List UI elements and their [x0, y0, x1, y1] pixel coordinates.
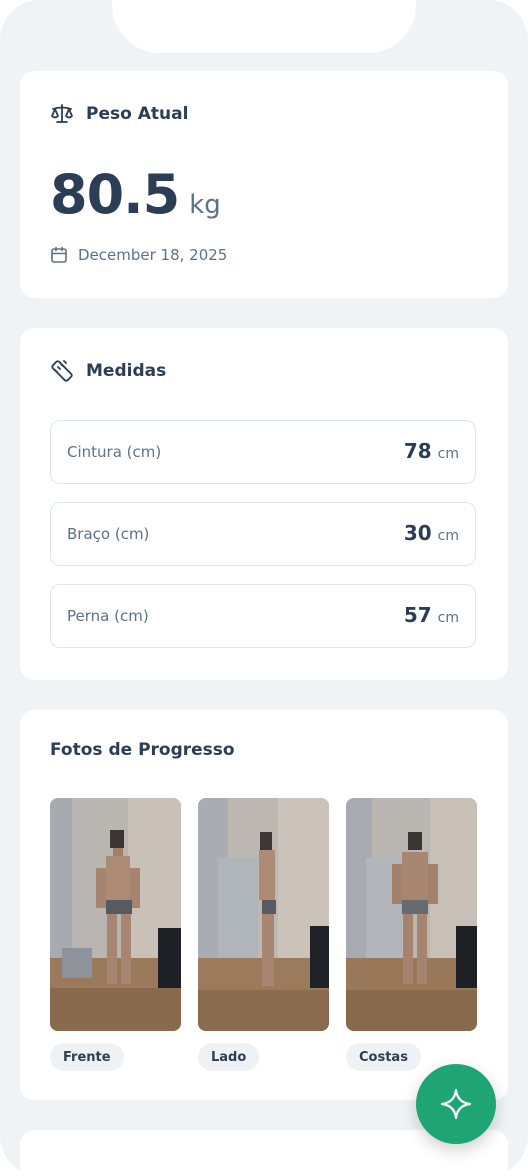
measure-number: 30 [403, 521, 432, 545]
weight-date: December 18, 2025 [78, 246, 228, 264]
photo-tag-back: Costas [346, 1043, 421, 1071]
measure-value: 57 cm [404, 603, 459, 627]
measure-label: Braço (cm) [67, 525, 150, 543]
weight-card-title: Peso Atual [86, 104, 189, 124]
measure-label: Cintura (cm) [67, 443, 162, 461]
progress-photo-front[interactable] [50, 798, 181, 1031]
app-screen: Peso Atual 80.5 kg December 18, 2025 Med… [0, 0, 528, 1176]
current-weight-card: Peso Atual 80.5 kg December 18, 2025 [20, 71, 508, 298]
ai-assistant-button[interactable] [416, 1064, 496, 1144]
measure-unit: cm [437, 528, 459, 544]
photos-card-title: Fotos de Progresso [50, 740, 235, 760]
photo-tag-side: Lado [198, 1043, 260, 1071]
weight-value: 80.5 kg [50, 163, 221, 226]
measure-value: 30 cm [404, 521, 459, 545]
device-notch [112, 0, 416, 53]
weight-date-row: December 18, 2025 [50, 246, 227, 264]
sparkle-icon [439, 1087, 473, 1121]
calendar-icon [50, 246, 68, 264]
scale-icon [50, 103, 74, 125]
progress-photo-side[interactable] [198, 798, 329, 1031]
progress-photo-back[interactable] [346, 798, 477, 1031]
measure-row-arm[interactable]: Braço (cm) 30 cm [50, 502, 476, 566]
measure-number: 78 [403, 439, 432, 463]
measurements-card: Medidas Cintura (cm) 78 cm Braço (cm) 30… [20, 328, 508, 680]
measure-row-waist[interactable]: Cintura (cm) 78 cm [50, 420, 476, 484]
ruler-icon [50, 359, 74, 383]
photo-tag-front: Frente [50, 1043, 124, 1071]
measure-row-leg[interactable]: Perna (cm) 57 cm [50, 584, 476, 648]
measurements-card-title: Medidas [86, 361, 167, 381]
measurements-card-header: Medidas [50, 359, 166, 383]
measure-value: 78 cm [404, 439, 459, 463]
weight-number: 80.5 [50, 163, 180, 226]
measure-unit: cm [437, 610, 459, 626]
weight-unit: kg [189, 190, 221, 220]
measure-unit: cm [437, 446, 459, 462]
progress-photos-card: Fotos de Progresso Frente Lado Costas [20, 710, 508, 1100]
weight-card-header: Peso Atual [50, 103, 188, 125]
measure-number: 57 [403, 603, 432, 627]
measure-label: Perna (cm) [67, 607, 149, 625]
